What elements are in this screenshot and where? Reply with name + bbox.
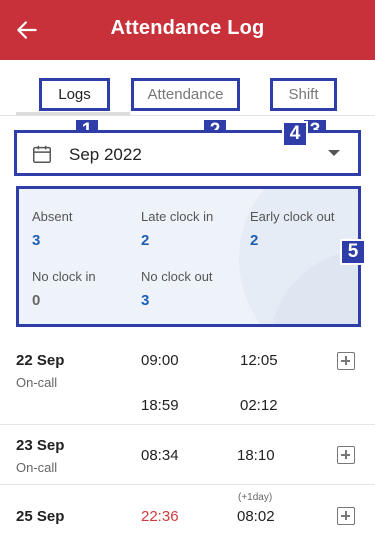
tab-shift-label: Shift [288, 85, 319, 103]
log-date: 23 Sep [16, 437, 65, 454]
annotation-badge-4: 4 [282, 121, 308, 147]
tab-shift[interactable]: Shift [270, 60, 337, 116]
annotation-badge-5: 5 [340, 239, 366, 265]
clock-in-time: 18:59 [141, 397, 179, 414]
stat-value: 2 [141, 232, 150, 249]
app-bar: Attendance Log [0, 0, 375, 60]
add-record-icon[interactable] [337, 507, 355, 525]
tab-logs[interactable]: Logs [39, 60, 110, 116]
late-clock-in-time: 22:36 [141, 508, 179, 525]
stat-value: 3 [141, 292, 150, 309]
calendar-icon [33, 145, 51, 163]
stat-no-clock-out[interactable]: No clock out 3 [141, 269, 213, 309]
active-tab-indicator [16, 112, 130, 115]
log-tag: On-call [16, 460, 58, 475]
tab-attendance-label: Attendance [147, 85, 224, 103]
stat-absent[interactable]: Absent 3 [32, 209, 72, 249]
stat-early-clock-out[interactable]: Early clock out 2 [250, 209, 335, 249]
stat-label: Early clock out [250, 209, 335, 224]
stat-value: 0 [32, 292, 41, 309]
clock-out-time: 18:10 [237, 447, 275, 464]
stat-value: 2 [250, 232, 259, 249]
tab-logs-label: Logs [58, 85, 91, 103]
clock-out-time: 08:02 [237, 508, 275, 525]
log-date: 25 Sep [16, 508, 65, 525]
page-title: Attendance Log [110, 17, 265, 39]
add-record-icon[interactable] [337, 352, 355, 370]
attendance-summary-card: Absent 3 Late clock in 2 Early clock out… [16, 186, 361, 327]
stat-no-clock-in[interactable]: No clock in 0 [32, 269, 96, 309]
log-tag: On-call [16, 375, 58, 390]
log-row[interactable]: 22 Sep On-call 09:00 12:05 18:59 02:12 [0, 336, 375, 425]
clock-out-time: 12:05 [240, 352, 278, 369]
log-date: 22 Sep [16, 352, 65, 369]
stat-value: 3 [32, 232, 41, 249]
tab-bar: Logs 1 Attendance 2 Shift 3 [0, 60, 375, 144]
next-day-note: (+1day) [238, 492, 273, 503]
stat-label: No clock out [141, 269, 213, 284]
month-value: Sep 2022 [69, 145, 142, 164]
log-row[interactable]: 25 Sep 22:36 (+1day) 08:02 [0, 485, 375, 544]
log-row[interactable]: 23 Sep On-call 08:34 18:10 [0, 425, 375, 485]
clock-in-time: 08:34 [141, 447, 179, 464]
month-dropdown[interactable]: Sep 2022 [14, 130, 361, 176]
stat-label: Absent [32, 209, 73, 224]
stat-late-clock-in[interactable]: Late clock in 2 [141, 209, 213, 249]
clock-out-time: 02:12 [240, 397, 278, 414]
tab-attendance[interactable]: Attendance [131, 60, 240, 116]
stat-label: Late clock in [141, 209, 214, 224]
chevron-down-icon [328, 150, 340, 156]
stat-label: No clock in [32, 269, 96, 284]
clock-in-time: 09:00 [141, 352, 179, 369]
add-record-icon[interactable] [337, 446, 355, 464]
